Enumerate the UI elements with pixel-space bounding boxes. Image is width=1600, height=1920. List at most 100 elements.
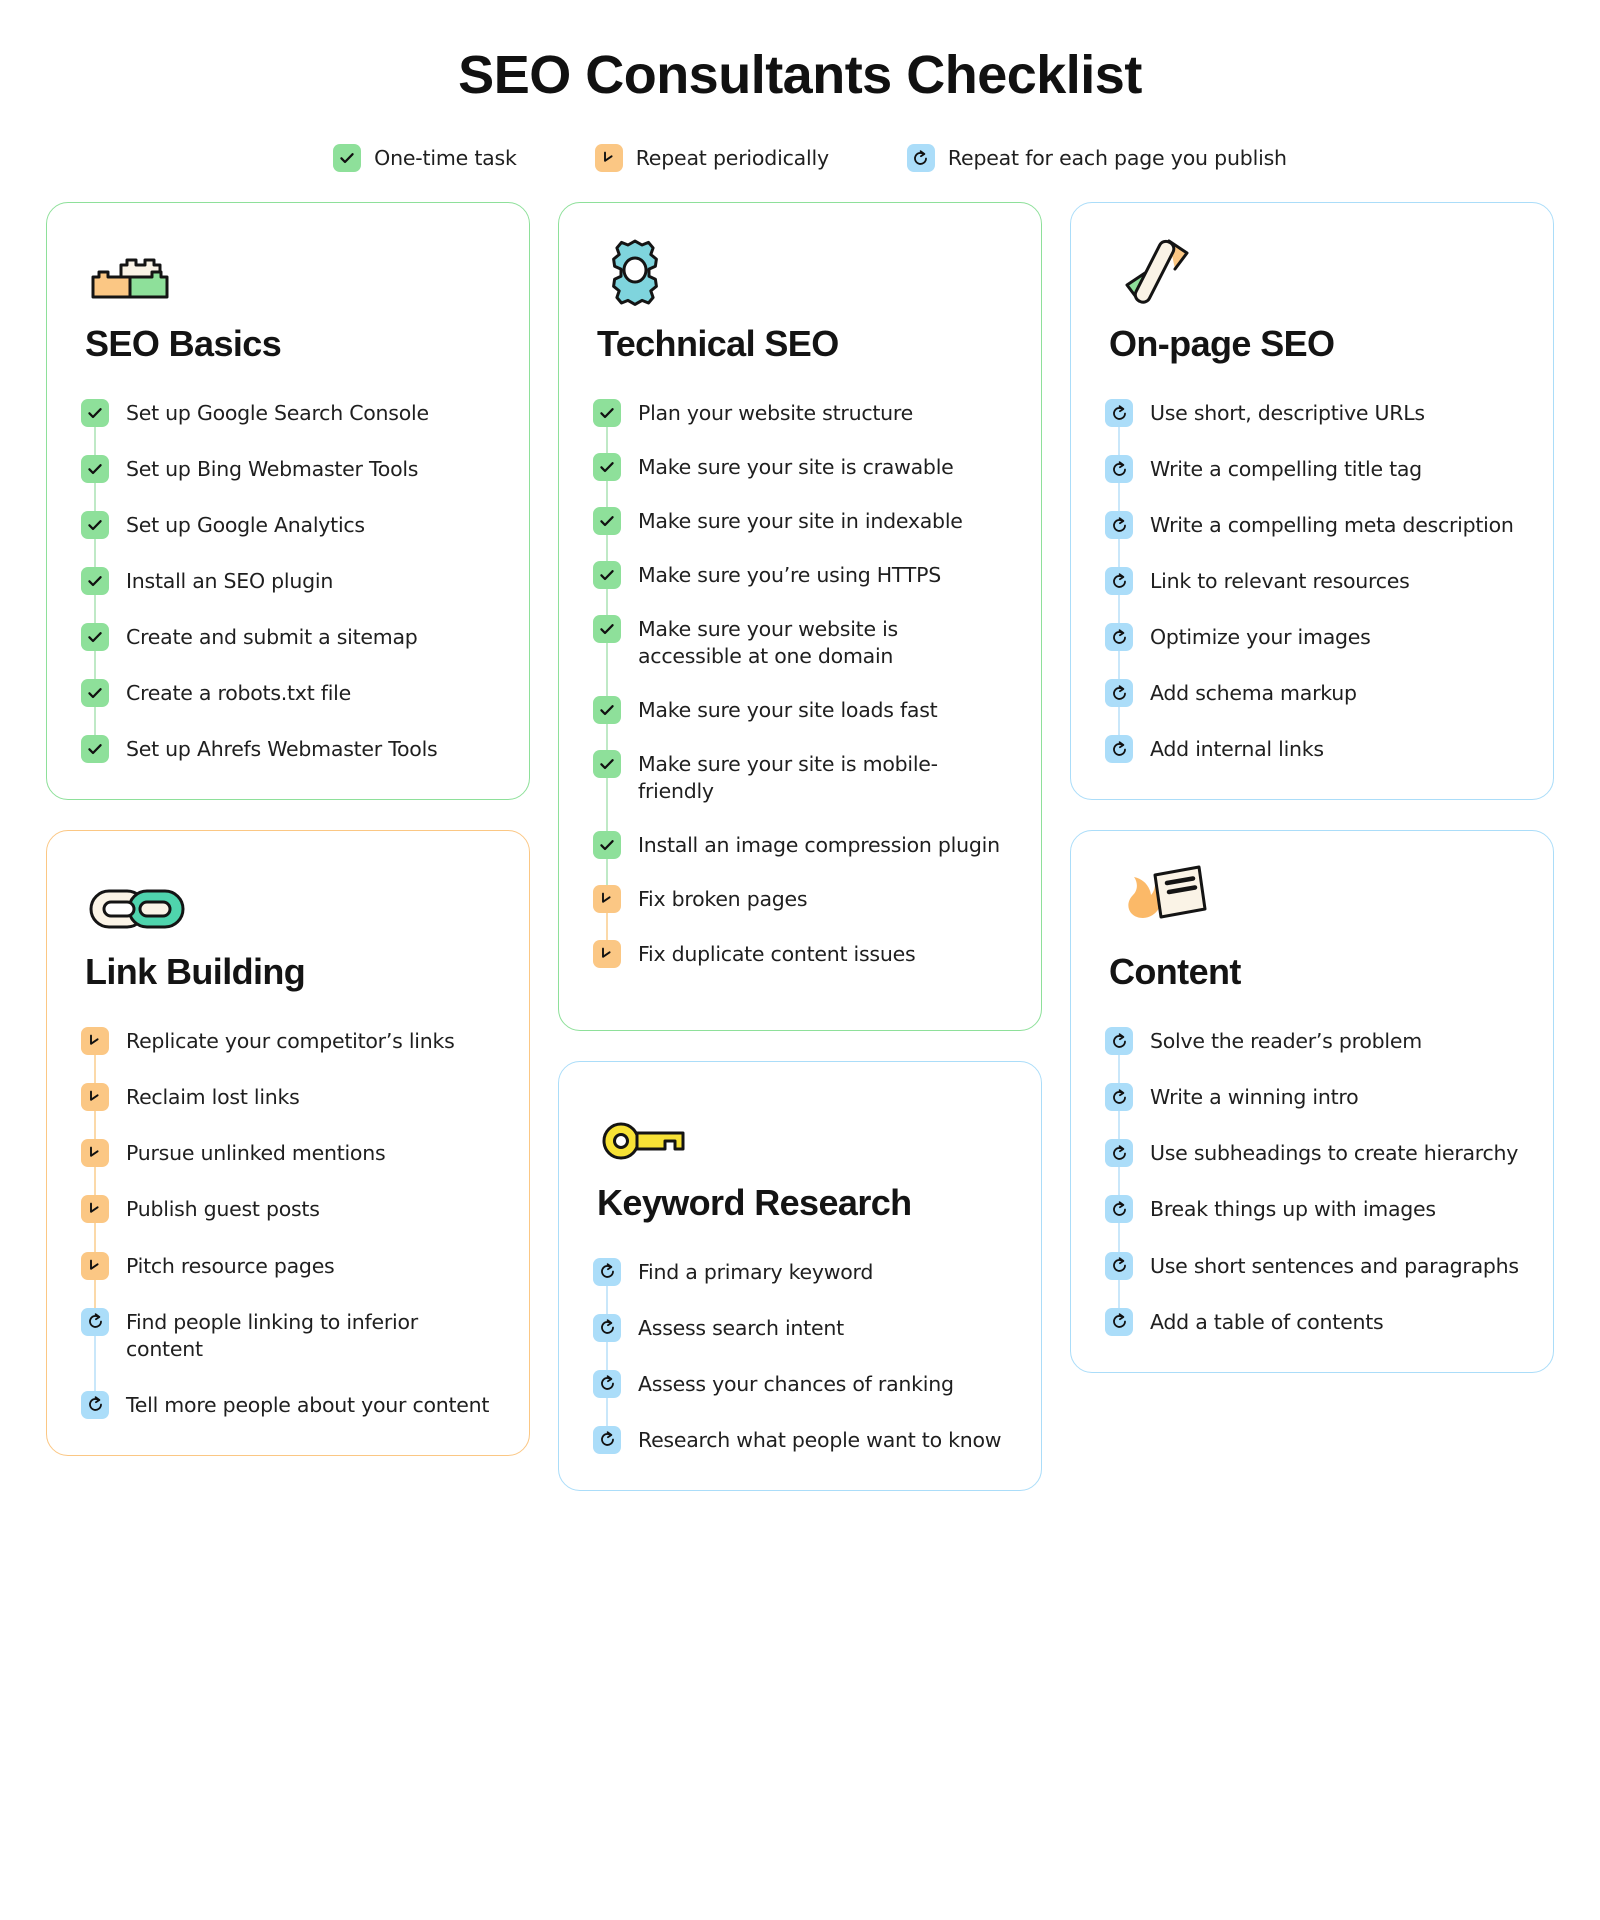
task-item: Find a primary keyword	[593, 1257, 1007, 1316]
document-flame-icon	[1111, 865, 1519, 935]
task-item: Fix duplicate content issues	[593, 939, 1007, 994]
task-label: Pitch resource pages	[126, 1253, 335, 1278]
refresh-icon	[906, 144, 935, 172]
check-icon	[81, 679, 109, 708]
clock-arrow-icon	[594, 144, 623, 172]
task-label: Replicate your competitor’s links	[126, 1029, 455, 1054]
refresh-icon	[81, 1307, 109, 1336]
refresh-icon	[1105, 1251, 1133, 1280]
task-item: Find people linking to inferior content	[81, 1307, 495, 1393]
task-item: Break things up with images	[1105, 1195, 1519, 1254]
check-icon	[81, 399, 109, 427]
task-label: Make sure your website is accessible at …	[638, 617, 898, 669]
refresh-icon	[1105, 623, 1133, 652]
task-label: Write a compelling title tag	[1150, 457, 1422, 482]
check-icon	[81, 735, 109, 764]
refresh-icon	[1105, 1139, 1133, 1168]
chain-link-icon	[87, 865, 495, 935]
page-title: SEO Consultants Checklist	[458, 45, 1142, 105]
task-label: Add schema markup	[1150, 681, 1357, 706]
card-content: Content Solve the reader’s problem Write…	[1070, 830, 1554, 1373]
task-list-seo-basics: Set up Google Search Console Set up Bing…	[81, 399, 495, 764]
card-seo-basics: SEO Basics Set up Google Search Console …	[46, 202, 530, 801]
task-label: Make sure you’re using HTTPS	[638, 563, 941, 588]
code-brackets-icon	[1111, 237, 1519, 307]
check-icon	[593, 831, 621, 860]
refresh-icon	[1105, 1307, 1133, 1336]
refresh-icon	[1105, 399, 1133, 427]
task-item: Create a robots.txt file	[81, 679, 495, 738]
task-label: Research what people want to know	[638, 1427, 1002, 1452]
task-item: Create and submit a sitemap	[81, 623, 495, 682]
task-item: Write a compelling title tag	[1105, 455, 1519, 514]
refresh-icon	[1105, 511, 1133, 540]
legend-label: One-time task	[374, 146, 517, 170]
task-list-content: Solve the reader’s problem Write a winni…	[1105, 1027, 1519, 1336]
check-icon	[593, 399, 621, 427]
card-technical-seo: Technical SEO Plan your website structur…	[558, 202, 1042, 1031]
infographic-page: SEO Consultants Checklist One-time task …	[0, 0, 1600, 1920]
column-left: SEO Basics Set up Google Search Console …	[46, 202, 530, 1456]
refresh-icon	[1105, 679, 1133, 708]
check-icon	[81, 455, 109, 484]
refresh-icon	[81, 1390, 109, 1419]
card-onpage-seo: On-page SEO Use short, descriptive URLs …	[1070, 202, 1554, 801]
check-icon	[593, 561, 621, 590]
task-item: Reclaim lost links	[81, 1083, 495, 1142]
card-title: On-page SEO	[1109, 323, 1335, 364]
legend-item-one-time: One-time task	[333, 144, 517, 172]
column-right: On-page SEO Use short, descriptive URLs …	[1070, 202, 1554, 1373]
task-label: Install an image compression plugin	[638, 833, 1000, 858]
refresh-icon	[593, 1425, 621, 1454]
task-item: Replicate your competitor’s links	[81, 1027, 495, 1086]
task-item: Tell more people about your content	[81, 1390, 495, 1419]
task-label: Solve the reader’s problem	[1150, 1029, 1422, 1054]
gear-icon	[599, 237, 1007, 307]
task-label: Find people linking to inferior content	[126, 1309, 418, 1361]
task-label: Make sure your site is crawable	[638, 455, 954, 480]
check-icon	[593, 507, 621, 536]
column-middle: Technical SEO Plan your website structur…	[558, 202, 1042, 1491]
refresh-icon	[593, 1369, 621, 1398]
refresh-icon	[593, 1313, 621, 1342]
task-item: Make sure your site loads fast	[593, 696, 1007, 753]
task-label: Fix broken pages	[638, 887, 808, 912]
clock-arrow-icon	[593, 885, 621, 914]
task-item: Write a compelling meta description	[1105, 511, 1519, 570]
task-item: Fix broken pages	[593, 885, 1007, 942]
task-label: Set up Ahrefs Webmaster Tools	[126, 737, 438, 762]
task-label: Write a winning intro	[1150, 1085, 1359, 1110]
task-item: Set up Google Analytics	[81, 511, 495, 570]
clock-arrow-icon	[81, 1139, 109, 1168]
refresh-icon	[1105, 735, 1133, 764]
card-link-building: Link Building Replicate your competitor’…	[46, 830, 530, 1456]
clock-arrow-icon	[81, 1195, 109, 1224]
task-label: Use short sentences and paragraphs	[1150, 1253, 1519, 1278]
legend: One-time task Repeat periodically Repeat…	[0, 144, 1600, 172]
task-label: Use short, descriptive URLs	[1150, 401, 1425, 425]
task-label: Make sure your site loads fast	[638, 698, 938, 723]
task-label: Reclaim lost links	[126, 1085, 300, 1110]
refresh-icon	[1105, 1195, 1133, 1224]
check-icon	[593, 750, 621, 779]
task-label: Create and submit a sitemap	[126, 625, 418, 650]
task-label: Fix duplicate content issues	[638, 941, 916, 966]
card-title: Keyword Research	[597, 1181, 912, 1223]
task-item: Use subheadings to create hierarchy	[1105, 1139, 1519, 1198]
task-item: Pursue unlinked mentions	[81, 1139, 495, 1198]
refresh-icon	[593, 1257, 621, 1286]
task-label: Make sure your site is mobile-friendly	[638, 752, 938, 804]
key-icon	[599, 1096, 1007, 1166]
task-item: Use short sentences and paragraphs	[1105, 1251, 1519, 1310]
task-label: Pursue unlinked mentions	[126, 1141, 386, 1166]
task-item: Add internal links	[1105, 735, 1519, 764]
check-icon	[81, 567, 109, 596]
cards-grid: SEO Basics Set up Google Search Console …	[0, 172, 1600, 1491]
task-label: Set up Google Analytics	[126, 513, 365, 538]
task-item: Research what people want to know	[593, 1425, 1007, 1454]
refresh-icon	[1105, 567, 1133, 596]
task-label: Tell more people about your content	[126, 1392, 490, 1417]
task-label: Optimize your images	[1150, 625, 1371, 650]
task-item: Assess your chances of ranking	[593, 1369, 1007, 1428]
task-label: Use subheadings to create hierarchy	[1150, 1141, 1519, 1166]
